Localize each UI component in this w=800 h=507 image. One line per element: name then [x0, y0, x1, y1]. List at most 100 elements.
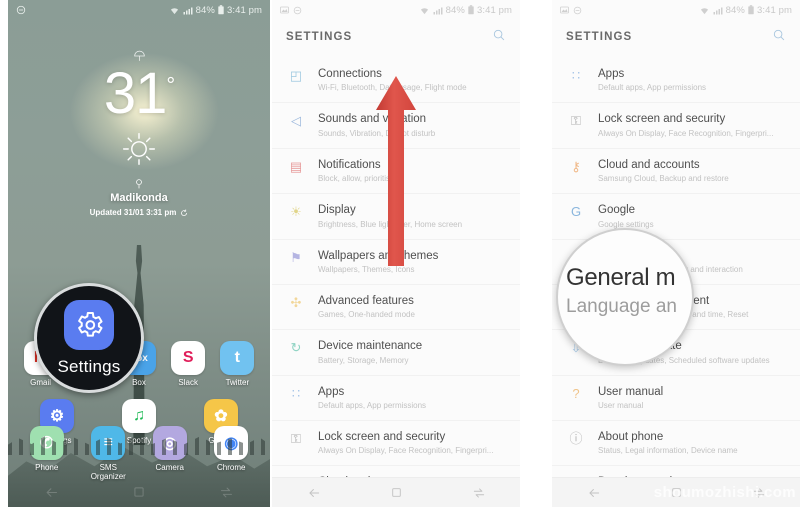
- navigation-bar-phone2: [272, 477, 520, 507]
- settings-row-lock-screen-and-security[interactable]: ⚿ Lock screen and security Always On Displ…: [552, 103, 800, 149]
- status-bar-right-icons: 84% 3:41 pm: [419, 5, 512, 16]
- settings-row-apps[interactable]: ∷ Apps Default apps, App permissions: [552, 58, 800, 104]
- settings-row-lock-screen-and-security[interactable]: ⚿ Lock screen and security Always On Displ…: [272, 421, 520, 467]
- clock-label: 3:41 pm: [226, 4, 262, 16]
- settings-row-text: Lock screen and security Always On Displa…: [318, 430, 506, 456]
- app-label: Camera: [155, 463, 184, 472]
- settings-row-text: Apps Default apps, App permissions: [318, 385, 506, 411]
- phone-panel-home-screen: 84% 3:41 pm 31° Madikonda Updated 31/01 …: [8, 0, 270, 507]
- back-arrow-icon[interactable]: [587, 486, 601, 500]
- app-label: Twitter: [225, 378, 250, 387]
- battery-percent-label: 84%: [445, 4, 465, 16]
- do-not-disturb-icon: [16, 5, 26, 15]
- settings-row-subtitle: Default apps, App permissions: [598, 83, 707, 93]
- search-icon[interactable]: [772, 28, 786, 47]
- settings-row-device-maintenance[interactable]: ↻ Device maintenance Battery, Storage, Mem…: [272, 330, 520, 376]
- signal-bars-icon: [713, 7, 723, 14]
- image-icon: [560, 6, 569, 14]
- settings-row-user-manual[interactable]: ? User manual User manual: [552, 376, 800, 421]
- slack-icon: S: [171, 341, 206, 375]
- search-icon[interactable]: [492, 28, 506, 47]
- page-title: SETTINGS: [566, 31, 633, 43]
- connections-icon: ◰: [289, 68, 303, 83]
- signal-bars-icon: [433, 7, 443, 14]
- settings-row-text: Google Google settings: [598, 203, 786, 229]
- magnifier-line-2: Language an: [566, 296, 677, 317]
- display-icon: ☀: [290, 204, 302, 220]
- settings-row-title: Device maintenance: [318, 340, 423, 353]
- do-not-disturb-icon: [573, 6, 582, 14]
- wifi-icon: [420, 7, 428, 14]
- settings-row-text: User manual User manual: [598, 385, 786, 411]
- app-label: SMS Organizer: [90, 463, 126, 481]
- weather-widget[interactable]: 31° Madikonda Updated 31/01 3:31 pm: [8, 50, 270, 217]
- battery-icon: [748, 5, 754, 15]
- notifications-icon: ▤: [289, 158, 303, 174]
- clock-label: 3:41 pm: [756, 4, 792, 16]
- magnifier-line-1: General m: [566, 264, 676, 291]
- lock-icon: ⚿: [571, 113, 581, 129]
- signal-bars-icon: [183, 7, 193, 14]
- sun-icon: [8, 131, 270, 172]
- settings-row-subtitle: Battery, Storage, Memory: [318, 355, 409, 365]
- red-up-arrow-annotation: [375, 76, 417, 266]
- settings-row-title: Lock screen and security: [598, 113, 726, 126]
- settings-row-subtitle: Default apps, App permissions: [318, 401, 427, 410]
- settings-magnifier-callout: Settings: [34, 283, 144, 393]
- location-pin-icon: [8, 179, 270, 191]
- status-bar-phone3: 84% 3:41 pm: [552, 0, 800, 20]
- phone-panel-settings-top: 84% 3:41 pm SETTINGS ◰ Connections Wi-Fi…: [272, 0, 520, 507]
- status-bar-phone2: 84% 3:41 pm: [272, 0, 520, 20]
- user-manual-icon: ?: [572, 385, 580, 401]
- status-bar-phone1: 84% 3:41 pm: [8, 0, 270, 20]
- settings-row-text: Device maintenance Battery, Storage, Memo…: [318, 339, 506, 365]
- settings-row-google[interactable]: G Google Google settings: [552, 194, 800, 240]
- settings-row-title: Lock screen and security: [318, 431, 446, 443]
- settings-row-title: About phone: [598, 431, 664, 443]
- general-management-magnifier-callout: General m Language an: [556, 228, 694, 366]
- magnifier-settings-label: Settings: [57, 356, 121, 376]
- apps-grid-icon: ∷: [571, 68, 581, 83]
- device-maintenance-icon: ↻: [290, 340, 302, 356]
- battery-icon: [468, 5, 474, 15]
- app-label: Slack: [178, 378, 198, 387]
- settings-row-title: Advanced features: [318, 294, 414, 307]
- status-bar-left-icons: [16, 5, 26, 15]
- weather-updated-row: Updated 31/01 3:31 pm: [8, 208, 270, 217]
- settings-gear-icon[interactable]: [64, 299, 114, 350]
- battery-percent-label: 84%: [195, 4, 215, 16]
- status-bar-left-icons: [560, 6, 582, 15]
- status-bar-right-icons: 84% 3:41 pm: [169, 5, 262, 16]
- recents-icon[interactable]: [472, 486, 486, 500]
- home-screen: 84% 3:41 pm 31° Madikonda Updated 31/01 …: [8, 0, 270, 507]
- settings-row-advanced-features[interactable]: ✣ Advanced features Games, One-handed mode: [272, 285, 520, 331]
- settings-row-about-phone[interactable]: ⓘ About phone Status, Legal information, D…: [552, 421, 800, 467]
- settings-row-title: Apps: [598, 68, 625, 80]
- refresh-icon[interactable]: [180, 209, 188, 217]
- home-square-icon[interactable]: [390, 486, 403, 499]
- settings-row-text: About phone Status, Legal information, De…: [598, 430, 786, 456]
- settings-row-title: User manual: [598, 385, 664, 398]
- settings-row-subtitle: Always On Display, Face Recognition, Fin…: [598, 128, 774, 138]
- site-watermark: shoumozhishi.com: [653, 484, 796, 501]
- settings-row-cloud-and-accounts[interactable]: ⚷ Cloud and accounts Samsung Cloud, Backup…: [552, 149, 800, 195]
- settings-row-text: Cloud and accounts Samsung Cloud, Backup …: [598, 158, 786, 184]
- app-icon-twitter[interactable]: t Twitter: [213, 341, 261, 387]
- twitter-icon: t: [220, 341, 255, 375]
- temperature-display: 31°: [8, 65, 270, 123]
- settings-row-text: Apps Default apps, App permissions: [598, 67, 786, 93]
- key-icon: ⚷: [571, 158, 581, 174]
- settings-row-subtitle: Status, Legal information, Device name: [598, 446, 738, 456]
- degree-symbol: °: [166, 72, 175, 98]
- page-title: SETTINGS: [286, 31, 353, 43]
- settings-row-apps[interactable]: ∷ Apps Default apps, App permissions: [272, 376, 520, 421]
- temperature-value: 31: [103, 61, 168, 126]
- app-icon-slack[interactable]: S Slack: [164, 341, 212, 387]
- back-arrow-icon[interactable]: [307, 486, 321, 500]
- settings-row-subtitle: Wallpapers, Themes, Icons: [318, 264, 415, 274]
- wifi-icon: [170, 7, 178, 14]
- image-icon: [280, 6, 289, 14]
- settings-row-subtitle: User manual: [598, 401, 644, 410]
- advanced-features-icon: ✣: [290, 294, 302, 310]
- settings-row-subtitle: Always On Display, Face Recognition, Fin…: [318, 446, 494, 456]
